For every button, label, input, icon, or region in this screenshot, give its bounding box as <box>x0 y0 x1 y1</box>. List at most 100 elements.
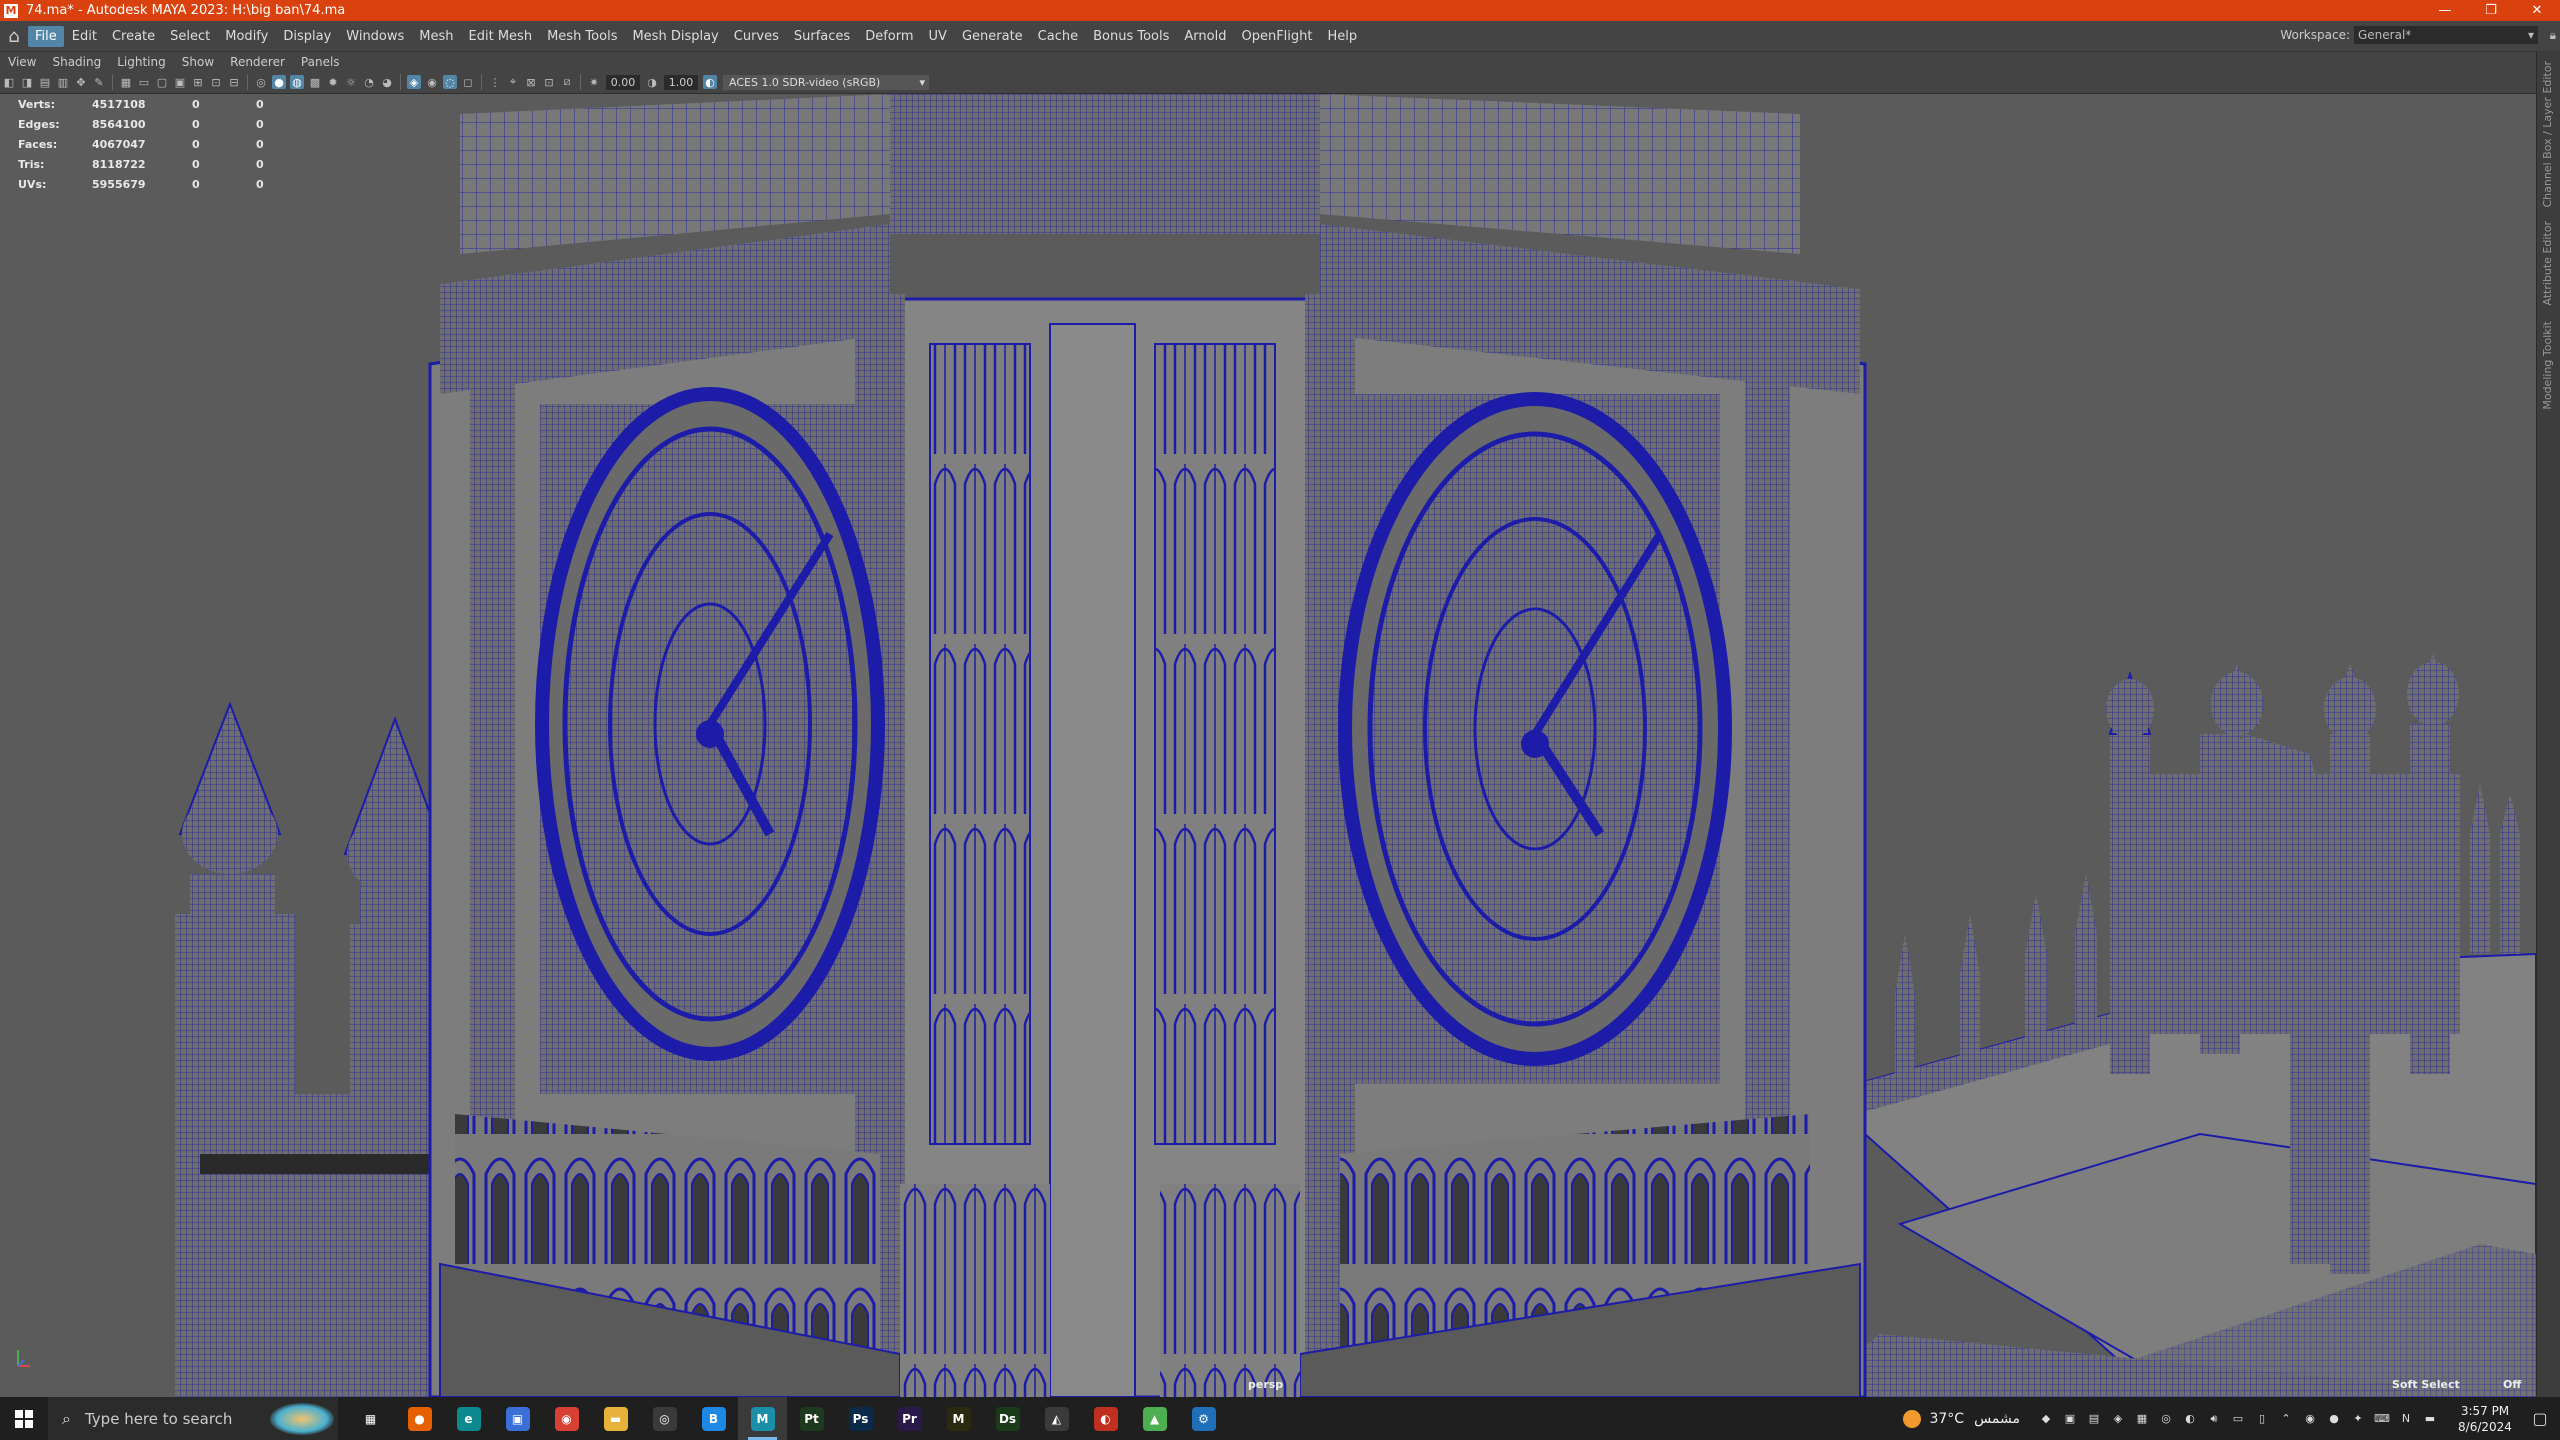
tray-app-icon[interactable]: ▦ <box>2133 1411 2151 1427</box>
menu-display[interactable]: Display <box>276 26 338 47</box>
isolate-select-icon[interactable]: ◉ <box>425 75 439 89</box>
safe-action-icon[interactable]: ⊡ <box>209 75 223 89</box>
taskbar-app-app-red[interactable]: ◐ <box>1081 1397 1130 1440</box>
menu-arnold[interactable]: Arnold <box>1177 26 1233 47</box>
menu-mesh-display[interactable]: Mesh Display <box>625 26 725 47</box>
tray-app-icon[interactable]: ✦ <box>2349 1411 2367 1427</box>
menu-generate[interactable]: Generate <box>955 26 1030 47</box>
menu-openflight[interactable]: OpenFlight <box>1234 26 1319 47</box>
shadows-icon[interactable]: ☼ <box>344 75 358 89</box>
chevron-up-icon[interactable]: ⌃ <box>2277 1411 2295 1427</box>
tab-channel-box[interactable]: Channel Box / Layer Editor <box>2541 61 2554 208</box>
volume-icon[interactable]: 🔊︎ <box>2205 1411 2223 1427</box>
gamma-field[interactable]: 1.00 <box>664 74 698 90</box>
color-management-dropdown[interactable]: ACES 1.0 SDR-video (sRGB) ▾ <box>723 74 929 90</box>
backface-icon[interactable]: ◻ <box>461 75 475 89</box>
menu-edit-mesh[interactable]: Edit Mesh <box>462 26 540 47</box>
tray-app-icon[interactable]: ▣ <box>2061 1411 2079 1427</box>
taskbar-app-app-blue[interactable]: B <box>689 1397 738 1440</box>
taskbar-app-settings[interactable]: ⚙ <box>1179 1397 1228 1440</box>
safe-title-icon[interactable]: ⊟ <box>227 75 241 89</box>
camera-attributes-icon[interactable]: ◨ <box>20 75 34 89</box>
close-button[interactable]: ✕ <box>2514 0 2560 21</box>
nvidia-icon[interactable]: ◆ <box>2037 1411 2055 1427</box>
menu-edit[interactable]: Edit <box>65 26 104 47</box>
ambient-occlusion-icon[interactable]: ◔ <box>362 75 376 89</box>
tray-app-icon[interactable]: ◉ <box>2301 1411 2319 1427</box>
gamma-icon[interactable]: ◑ <box>645 75 659 89</box>
network-icon[interactable]: ▭ <box>2229 1411 2247 1427</box>
taskbar-search[interactable]: ⌕ Type here to search <box>48 1397 338 1440</box>
taskbar-app-maya[interactable]: M <box>738 1397 787 1440</box>
panel-menu-shading[interactable]: Shading <box>44 55 109 69</box>
camera-icon[interactable]: ⌖ <box>506 75 520 89</box>
menu-mesh-tools[interactable]: Mesh Tools <box>540 26 624 47</box>
menu-curves[interactable]: Curves <box>727 26 786 47</box>
keyboard-icon[interactable]: ⌨ <box>2373 1411 2391 1427</box>
notification-icon[interactable]: ▢ <box>2520 1409 2560 1428</box>
taskbar-app-chrome[interactable]: ◉ <box>542 1397 591 1440</box>
wireframe-icon[interactable]: ◎ <box>254 75 268 89</box>
taskbar-app-firefox[interactable]: ● <box>395 1397 444 1440</box>
twod-pan-icon[interactable]: ✥ <box>74 75 88 89</box>
tab-attribute-editor[interactable]: Attribute Editor <box>2541 221 2554 306</box>
taskbar-app-photos[interactable]: ◭ <box>1032 1397 1081 1440</box>
tray-app-icon[interactable]: ◈ <box>2109 1411 2127 1427</box>
menu-uv[interactable]: UV <box>922 26 954 47</box>
tray-app-icon[interactable]: ● <box>2325 1411 2343 1427</box>
home-icon[interactable]: ⌂ <box>0 23 28 49</box>
taskbar-app-file-explorer[interactable]: ▬ <box>591 1397 640 1440</box>
weather-widget[interactable]: 37°C مشمس <box>1903 1409 2020 1428</box>
ortho-icon[interactable]: ⧄ <box>560 75 574 89</box>
frame-selected-icon[interactable]: ⊡ <box>542 75 556 89</box>
tray-app-icon[interactable]: ◎ <box>2157 1411 2175 1427</box>
xray-joints-icon[interactable]: ◌ <box>443 75 457 89</box>
exposure-icon[interactable]: ✷ <box>587 75 601 89</box>
tray-app-icon[interactable]: ▬ <box>2421 1411 2439 1427</box>
menu-help[interactable]: Help <box>1320 26 1364 47</box>
taskbar-app-task-view[interactable]: ▦ <box>346 1397 395 1440</box>
menu-surfaces[interactable]: Surfaces <box>787 26 857 47</box>
lock-icon[interactable]: 🔒︎ <box>2550 28 2556 43</box>
hud-icon[interactable]: ⋮ <box>488 75 502 89</box>
field-chart-icon[interactable]: ⊞ <box>191 75 205 89</box>
menu-modify[interactable]: Modify <box>218 26 275 47</box>
panel-menu-show[interactable]: Show <box>174 55 222 69</box>
panel-menu-renderer[interactable]: Renderer <box>222 55 293 69</box>
menu-create[interactable]: Create <box>105 26 162 47</box>
select-camera-icon[interactable]: ◧ <box>2 75 16 89</box>
menu-cache[interactable]: Cache <box>1031 26 1085 47</box>
menu-windows[interactable]: Windows <box>339 26 411 47</box>
tray-app-icon[interactable]: ▤ <box>2085 1411 2103 1427</box>
textured-icon[interactable]: ▩ <box>308 75 322 89</box>
smooth-shade-icon[interactable]: ● <box>272 75 286 89</box>
restore-button[interactable]: ❐ <box>2468 0 2514 21</box>
menu-deform[interactable]: Deform <box>858 26 920 47</box>
taskbar-app-search-app[interactable]: ◎ <box>640 1397 689 1440</box>
grease-pencil-icon[interactable]: ✎ <box>92 75 106 89</box>
wireframe-on-shaded-icon[interactable]: ◍ <box>290 75 304 89</box>
bookmark-icon[interactable]: ▤ <box>38 75 52 89</box>
taskbar-app-substance-designer[interactable]: Ds <box>983 1397 1032 1440</box>
xray-icon[interactable]: ◈ <box>407 75 421 89</box>
viewport-persp[interactable]: Verts: 4517108 0 0 Edges: 8564100 0 0 Faces: 4067… <box>0 94 2536 1397</box>
taskbar-app-marvelous[interactable]: M <box>934 1397 983 1440</box>
panel-menu-lighting[interactable]: Lighting <box>109 55 174 69</box>
color-management-toggle-icon[interactable]: ◐ <box>703 75 717 89</box>
grid-icon[interactable]: ▦ <box>119 75 133 89</box>
menu-bonus-tools[interactable]: Bonus Tools <box>1086 26 1176 47</box>
taskbar-app-premiere[interactable]: Pr <box>885 1397 934 1440</box>
scene-render[interactable] <box>0 94 2536 1397</box>
start-button[interactable] <box>0 1397 48 1440</box>
frame-all-icon[interactable]: ⊠ <box>524 75 538 89</box>
clock[interactable]: 3:57 PM 8/6/2024 <box>2450 1403 2520 1435</box>
taskbar-app-painter[interactable]: Pt <box>787 1397 836 1440</box>
exposure-field[interactable]: 0.00 <box>606 74 640 90</box>
battery-icon[interactable]: ▯ <box>2253 1411 2271 1427</box>
workspace-dropdown[interactable]: General* ▾ <box>2354 26 2538 44</box>
taskbar-app-store[interactable]: ▣ <box>493 1397 542 1440</box>
taskbar-app-edge[interactable]: e <box>444 1397 493 1440</box>
menu-select[interactable]: Select <box>163 26 217 47</box>
film-gate-icon[interactable]: ▭ <box>137 75 151 89</box>
taskbar-app-photoshop[interactable]: Ps <box>836 1397 885 1440</box>
